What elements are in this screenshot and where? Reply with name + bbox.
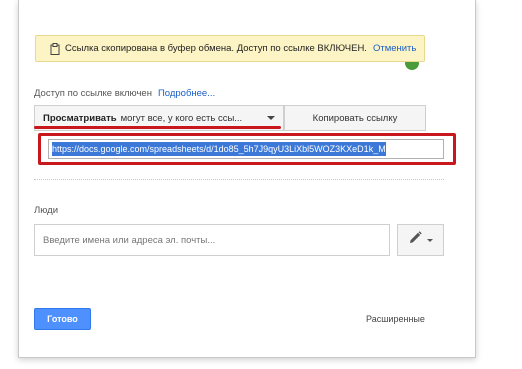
- chevron-down-icon: [426, 238, 433, 242]
- pencil-icon: [409, 231, 422, 249]
- clipboard-icon: [50, 42, 60, 55]
- advanced-settings-link[interactable]: Расширенные: [366, 314, 425, 324]
- more-info-link[interactable]: Подробнее...: [158, 88, 215, 99]
- edit-permission-button[interactable]: [397, 224, 444, 256]
- copy-link-button[interactable]: Копировать ссылку: [284, 105, 426, 131]
- done-button[interactable]: Готово: [34, 308, 91, 330]
- people-label: Люди: [34, 205, 59, 216]
- undo-link[interactable]: Отменить: [373, 43, 416, 54]
- annotation-highlight-box: [38, 133, 456, 165]
- people-input-placeholder: Введите имена или адреса эл. почты...: [43, 234, 216, 246]
- permission-description: могут все, у кого есть ссы...: [120, 112, 243, 124]
- permission-mode: Просматривать: [43, 112, 117, 124]
- link-access-status: Доступ по ссылке включен: [34, 88, 152, 99]
- chevron-down-icon: [267, 116, 275, 120]
- notification-text: Ссылка скопирована в буфер обмена. Досту…: [65, 43, 367, 54]
- people-input[interactable]: Введите имена или адреса эл. почты...: [34, 224, 390, 256]
- divider: [34, 179, 444, 180]
- annotation-underline: [34, 126, 281, 129]
- copied-notification: Ссылка скопирована в буфер обмена. Досту…: [35, 35, 425, 62]
- link-access-row: Доступ по ссылке включен Подробнее...: [34, 88, 215, 99]
